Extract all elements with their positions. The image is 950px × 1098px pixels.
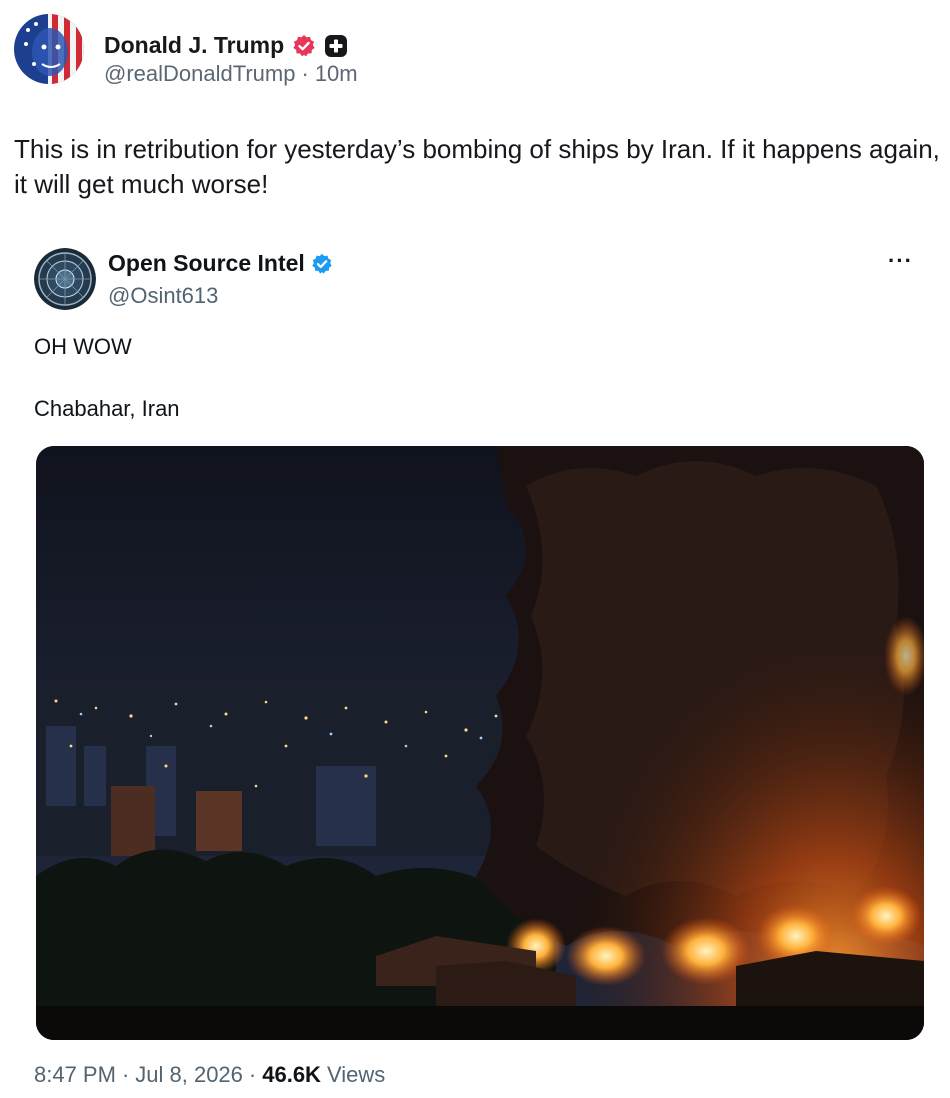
author-handle[interactable]: @realDonaldTrump	[104, 61, 295, 87]
quote-author-name[interactable]: Open Source Intel	[108, 250, 305, 277]
views-count: 46.6K	[262, 1062, 321, 1087]
verified-check-icon	[312, 253, 332, 274]
quote-author-avatar[interactable]	[34, 248, 96, 310]
quote-name-row: Open Source Intel	[108, 250, 333, 277]
separator-dot: ·	[248, 1062, 257, 1087]
views-label: Views	[326, 1062, 386, 1087]
verified-badge-icon	[293, 34, 315, 56]
quote-media-image[interactable]	[36, 446, 924, 1040]
fire-city-photo	[36, 446, 924, 1040]
quote-meta: 8:47 PM · Jul 8, 2026 · 46.6K Views	[34, 1062, 385, 1088]
post-header: Donald J. Trump @realDonaldTrump · 10m	[14, 14, 934, 88]
post-text: This is in retribution for yesterday’s b…	[14, 134, 940, 199]
more-options-icon[interactable]: ···	[888, 248, 913, 274]
plus-icon	[325, 34, 348, 57]
author-handle-row: @realDonaldTrump · 10m	[104, 61, 358, 87]
separator-dot: ·	[121, 1062, 130, 1087]
flag-face-avatar-icon	[14, 14, 84, 84]
author-name-row: Donald J. Trump	[104, 32, 348, 59]
quote-author-handle[interactable]: @Osint613	[108, 283, 218, 309]
post-time-ago[interactable]: 10m	[315, 61, 358, 87]
author-avatar[interactable]	[14, 14, 84, 84]
author-name[interactable]: Donald J. Trump	[104, 32, 284, 59]
osint-seal-avatar-icon	[34, 248, 96, 310]
separator-dot: ·	[301, 61, 309, 86]
quote-text-line-1: OH WOW	[34, 334, 132, 359]
quote-text-line-2: Chabahar, Iran	[34, 396, 180, 421]
post-date[interactable]: Jul 8, 2026	[135, 1062, 243, 1088]
post-time[interactable]: 8:47 PM	[34, 1062, 116, 1088]
